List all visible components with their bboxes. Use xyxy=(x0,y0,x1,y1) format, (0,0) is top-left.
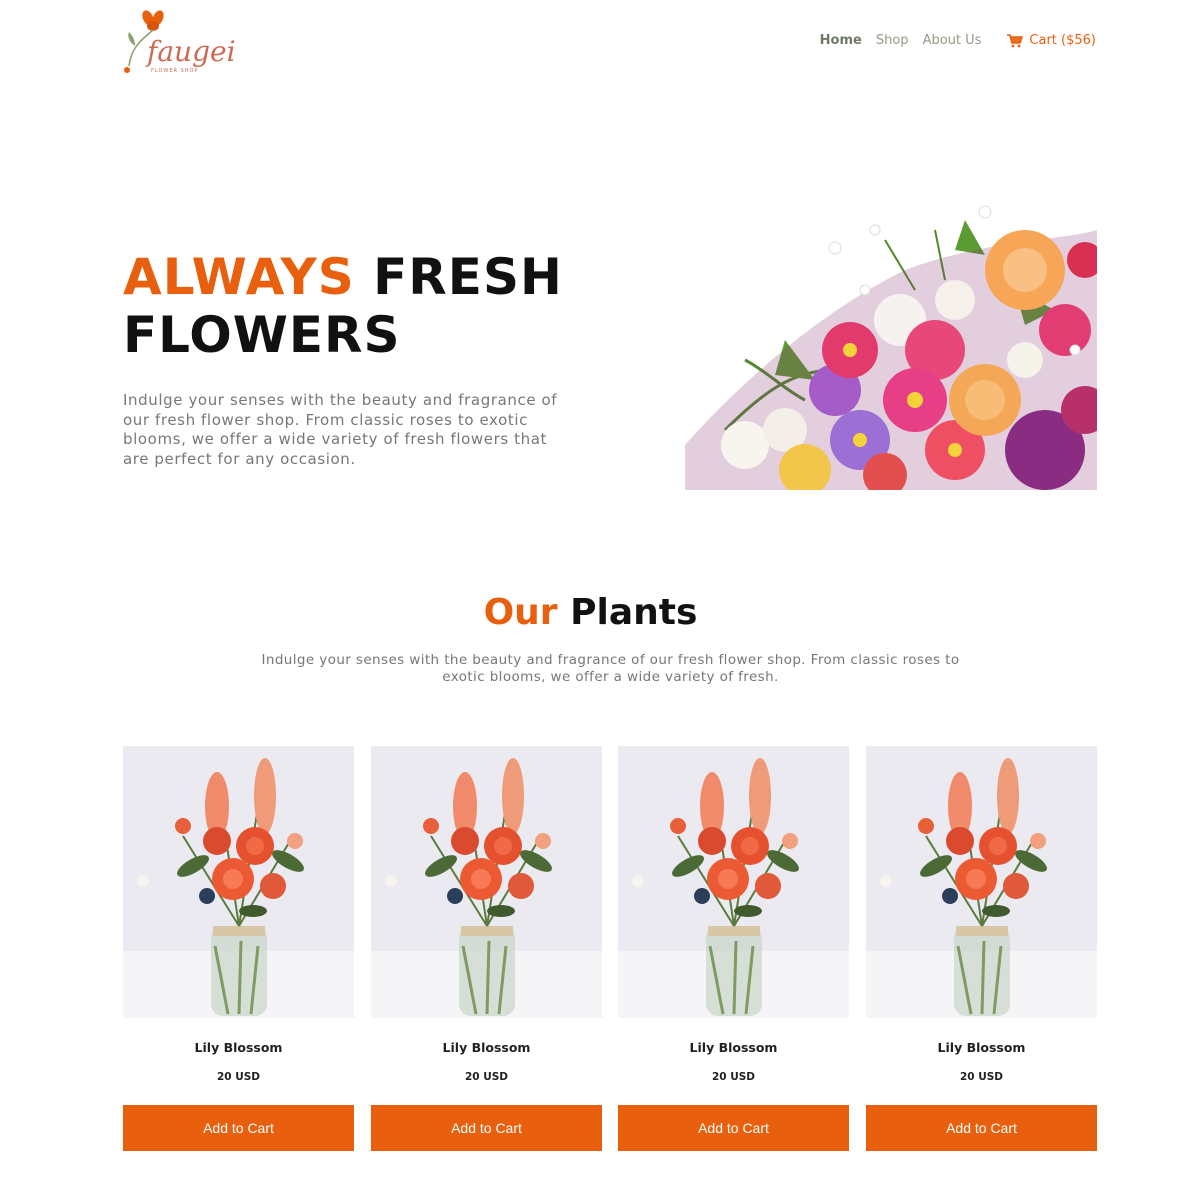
product-image[interactable] xyxy=(371,746,602,1018)
product-price: 20 USD xyxy=(959,1071,1004,1083)
product-card: Lily Blossom 20 USD Add to Cart xyxy=(618,746,849,1151)
add-to-cart-button[interactable]: Add to Cart xyxy=(618,1105,849,1151)
add-to-cart-button[interactable]: Add to Cart xyxy=(123,1105,354,1151)
brand-name: faugei xyxy=(145,35,236,68)
product-card: Lily Blossom 20 USD Add to Cart xyxy=(123,746,354,1151)
product-card: Lily Blossom 20 USD Add to Cart xyxy=(371,746,602,1151)
nav-item-home[interactable]: Home xyxy=(820,33,862,48)
product-price: 20 USD xyxy=(216,1071,261,1083)
hero-bouquet-image xyxy=(685,200,1109,497)
hero-title: ALWAYS FRESH FLOWERS xyxy=(123,248,563,364)
add-to-cart-button[interactable]: Add to Cart xyxy=(866,1105,1097,1151)
brand-logo[interactable]: faugei FLOWER SHOP xyxy=(121,6,246,78)
nav-item-shop[interactable]: Shop xyxy=(876,33,909,48)
hero-title-line2: FLOWERS xyxy=(123,306,401,364)
cart-icon xyxy=(1007,33,1024,47)
product-name: Lily Blossom xyxy=(194,1040,283,1055)
product-name: Lily Blossom xyxy=(442,1040,531,1055)
product-image[interactable] xyxy=(866,746,1097,1018)
hero-description: Indulge your senses with the beauty and … xyxy=(123,391,558,468)
product-name: Lily Blossom xyxy=(689,1040,778,1055)
product-price: 20 USD xyxy=(711,1071,756,1083)
cart-button[interactable]: Cart ($56) xyxy=(1007,33,1096,48)
section-title-rest: Plants xyxy=(570,592,698,633)
section-description: Indulge your senses with the beauty and … xyxy=(261,652,960,685)
main-nav: Home Shop About Us Cart ($56) xyxy=(806,33,1096,48)
page: faugei FLOWER SHOP Home Shop About Us Ca… xyxy=(0,0,1181,1181)
product-card: Lily Blossom 20 USD Add to Cart xyxy=(866,746,1097,1151)
product-image[interactable] xyxy=(123,746,354,1018)
section-title-accent: Our xyxy=(483,592,558,633)
add-to-cart-button[interactable]: Add to Cart xyxy=(371,1105,602,1151)
brand-tagline: FLOWER SHOP xyxy=(151,68,198,74)
cart-label: Cart ($56) xyxy=(1029,33,1096,48)
hero-title-rest: FRESH xyxy=(373,248,563,306)
hero-title-accent: ALWAYS xyxy=(123,248,355,306)
product-price: 20 USD xyxy=(464,1071,509,1083)
section-title: Our Plants xyxy=(0,592,1181,633)
product-name: Lily Blossom xyxy=(937,1040,1026,1055)
product-image[interactable] xyxy=(618,746,849,1018)
nav-item-about-us[interactable]: About Us xyxy=(923,33,982,48)
logo-flower-icon: faugei FLOWER SHOP xyxy=(124,10,236,74)
